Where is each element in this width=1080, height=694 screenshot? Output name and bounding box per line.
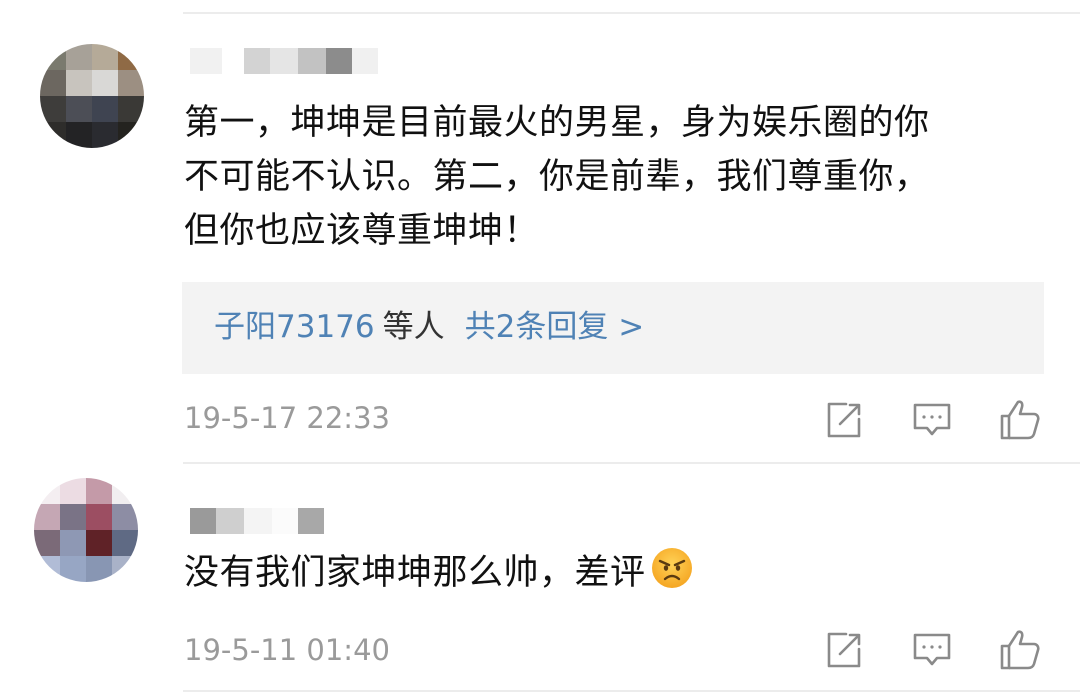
- comment-text: 第一，坤坤是目前最火的男星，身为娱乐圈的你 不可能不认识。第二，你是前辈，我们尊…: [184, 96, 1044, 258]
- comment-timestamp: 19-5-17 22:33: [184, 401, 390, 435]
- comment-text-line: 但你也应该尊重坤坤！: [184, 211, 540, 251]
- share-icon[interactable]: [820, 626, 868, 674]
- like-icon[interactable]: [996, 396, 1044, 444]
- comment-text-line: 不可能不认识。第二，你是前辈，我们尊重你，: [184, 157, 930, 197]
- view-replies-link[interactable]: 共2条回复 >: [465, 309, 645, 345]
- reply-user-link[interactable]: 子阳73176: [214, 309, 375, 345]
- share-icon[interactable]: [820, 396, 868, 444]
- reply-summary: 子阳73176 等人 共2条回复 >: [214, 305, 644, 349]
- bottom-divider: [183, 690, 1080, 692]
- avatar[interactable]: [40, 44, 144, 148]
- comment-divider: [183, 462, 1080, 464]
- reply-suffix: 等人: [382, 309, 445, 345]
- comment-text-line: 第一，坤坤是目前最火的男星，身为娱乐圈的你: [184, 103, 930, 143]
- top-divider: [183, 12, 1080, 14]
- like-icon[interactable]: [996, 626, 1044, 674]
- reply-summary-box[interactable]: 子阳73176 等人 共2条回复 >: [182, 282, 1044, 374]
- avatar[interactable]: [34, 478, 138, 582]
- angry-face-emoji: [651, 548, 692, 588]
- comment-icon[interactable]: [908, 396, 956, 444]
- comment-icon[interactable]: [908, 626, 956, 674]
- comment-timestamp: 19-5-11 01:40: [184, 633, 390, 667]
- comment-text-line: 没有我们家坤坤那么帅，差评: [184, 553, 646, 593]
- comment-text: 没有我们家坤坤那么帅，差评: [184, 546, 1044, 600]
